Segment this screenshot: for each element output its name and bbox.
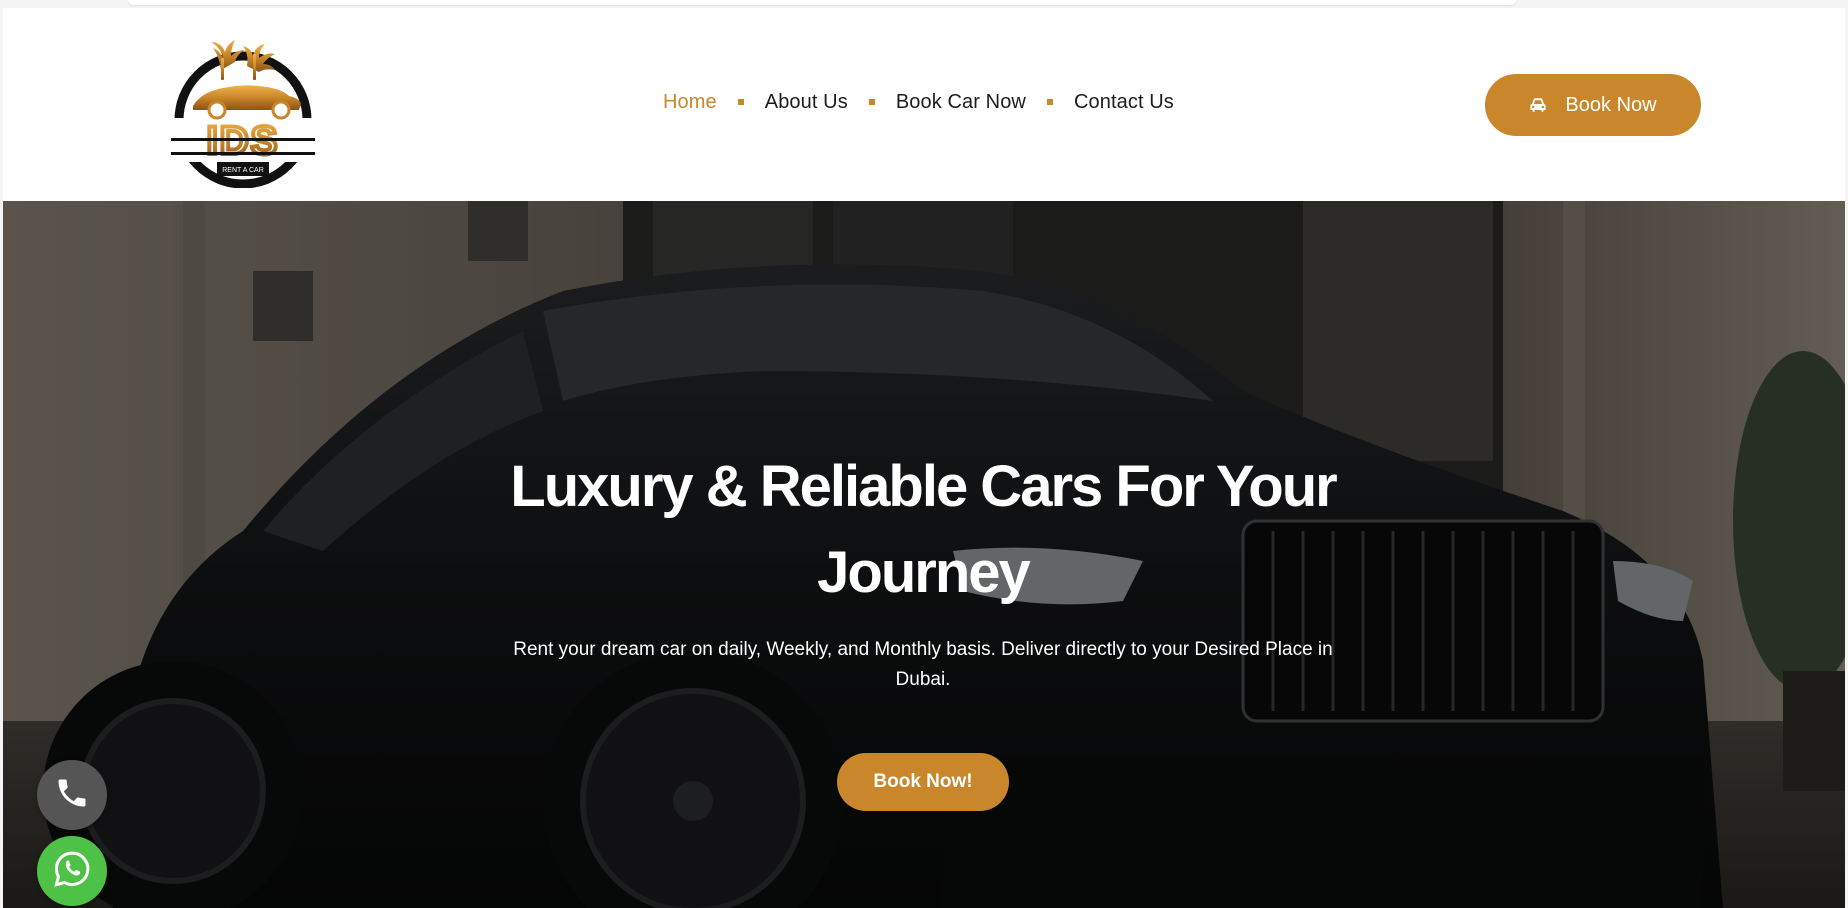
header-book-now-button[interactable]: Book Now xyxy=(1485,74,1701,136)
nav-separator xyxy=(1046,99,1053,105)
floating-phone-button[interactable] xyxy=(37,760,107,830)
nav-separator xyxy=(868,99,875,105)
floating-whatsapp-button[interactable] xyxy=(37,836,107,906)
hero-subtitle: Rent your dream car on daily, Weekly, an… xyxy=(513,639,1333,690)
nav-home[interactable]: Home xyxy=(663,91,717,114)
browser-top-strip xyxy=(0,0,1848,8)
nav-separator xyxy=(737,99,744,105)
logo-tagline: RENT A CAR xyxy=(222,167,264,174)
header-book-now-label: Book Now xyxy=(1565,93,1657,116)
top-bar xyxy=(128,0,1516,5)
nav-about-us[interactable]: About Us xyxy=(765,91,848,114)
main-nav: Home About Us Book Car Now Contact Us xyxy=(663,88,1174,116)
car-icon xyxy=(1529,97,1547,113)
nav-contact-us[interactable]: Contact Us xyxy=(1074,91,1174,114)
nav-book-car-now[interactable]: Book Car Now xyxy=(896,91,1026,114)
page: IDS RENT A CAR Home About Us Book Car No… xyxy=(3,8,1845,908)
whatsapp-icon xyxy=(52,849,92,894)
site-header: IDS RENT A CAR Home About Us Book Car No… xyxy=(3,8,1845,201)
hero-title: Luxury & Reliable Cars For Your Journey xyxy=(510,454,1337,605)
hero-section: Luxury & Reliable Cars For Your Journey … xyxy=(3,201,1845,908)
site-logo[interactable]: IDS RENT A CAR xyxy=(161,22,325,189)
hero-content: Luxury & Reliable Cars For Your Journey … xyxy=(3,201,1845,908)
phone-icon xyxy=(54,775,90,816)
hero-book-now-button[interactable]: Book Now! xyxy=(837,753,1009,811)
logo-image: IDS RENT A CAR xyxy=(171,40,315,189)
